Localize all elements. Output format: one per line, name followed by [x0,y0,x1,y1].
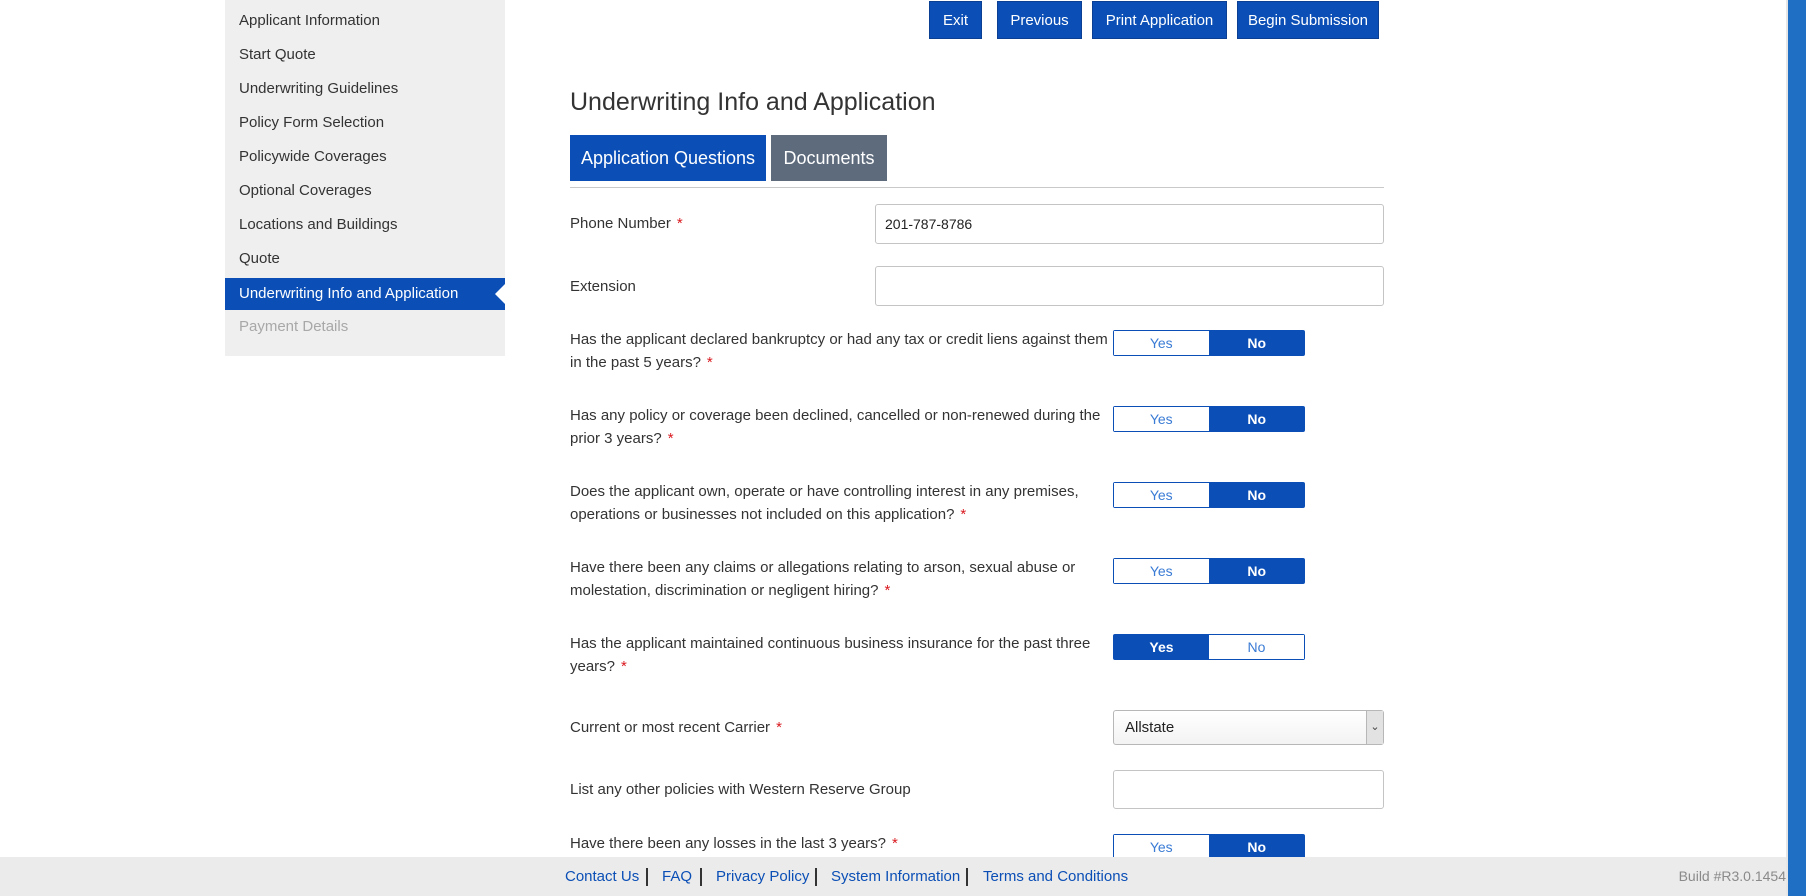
declined-toggle: Yes No [1113,406,1305,432]
footer-link-terms-and-conditions[interactable]: Terms and Conditions [983,857,1128,896]
no-option[interactable]: No [1209,407,1304,431]
question-premises-label: Does the applicant own, operate or have … [570,480,1079,526]
previous-button[interactable]: Previous [997,1,1082,39]
carrier-select-value: Allstate [1125,719,1175,736]
question-bankruptcy-label: Has the applicant declared bankruptcy or… [570,328,1108,374]
question-declined-label: Has any policy or coverage been declined… [570,404,1100,450]
footer-link-contact-us[interactable]: Contact Us [565,857,639,896]
carrier-label-text: Current or most recent Carrier [570,719,771,736]
tab-documents[interactable]: Documents [771,135,887,181]
required-marker: * [667,430,674,447]
footer-link-system-information[interactable]: System Information [831,857,960,896]
sidebar-nav: Applicant Information Start Quote Underw… [225,0,505,356]
other-policies-label: List any other policies with Western Res… [570,781,911,798]
footer: Contact Us FAQ Privacy Policy System Inf… [0,857,1786,896]
footer-separator [966,868,968,886]
required-marker: * [884,582,891,599]
question-claims-label: Have there been any claims or allegation… [570,556,1075,602]
question-line: years? * [570,655,1090,678]
question-line: molestation, discrimination or negligent… [570,579,1075,602]
begin-submission-button[interactable]: Begin Submission [1237,1,1379,39]
no-option[interactable]: No [1209,331,1304,355]
required-marker: * [706,354,713,371]
sidebar-item-policy-form-selection[interactable]: Policy Form Selection [225,107,505,139]
print-application-button[interactable]: Print Application [1092,1,1227,39]
vertical-scrollbar[interactable] [1788,0,1806,896]
other-policies-input[interactable] [1113,770,1384,809]
bankruptcy-toggle: Yes No [1113,330,1305,356]
question-line-text: in the past 5 years? [570,354,701,371]
sidebar-item-applicant-information[interactable]: Applicant Information [225,5,505,37]
question-continuous-insurance-label: Has the applicant maintained continuous … [570,632,1090,678]
losses-label: Have there been any losses in the last 3… [570,832,898,855]
tab-divider [570,187,1384,188]
extension-input[interactable] [875,266,1384,306]
question-line: Have there been any claims or allegation… [570,559,1076,576]
question-line-text: years? [570,658,616,675]
sidebar-item-payment-details: Payment Details [239,318,349,335]
required-marker: * [892,835,898,852]
sidebar-item-underwriting-info[interactable]: Underwriting Info and Application [225,278,505,310]
footer-link-faq[interactable]: FAQ [662,857,692,896]
phone-number-input[interactable]: 201-787-8786 [875,204,1384,244]
footer-separator [646,868,648,886]
question-line: operations or businesses not included on… [570,503,1079,526]
question-line: prior 3 years? * [570,427,1100,450]
carrier-label: Current or most recent Carrier * [570,716,782,739]
carrier-select[interactable]: Allstate ⌄ [1113,710,1384,745]
required-marker: * [776,719,782,736]
question-line-text: prior 3 years? [570,430,662,447]
sidebar-item-policywide-coverages[interactable]: Policywide Coverages [225,141,505,173]
yes-option[interactable]: Yes [1114,559,1210,583]
required-marker: * [960,506,967,523]
premises-toggle: Yes No [1113,482,1305,508]
yes-option[interactable]: Yes [1114,331,1210,355]
footer-link-privacy-policy[interactable]: Privacy Policy [716,857,809,896]
phone-label-text: Phone Number [570,215,671,232]
sidebar-item-start-quote[interactable]: Start Quote [225,39,505,71]
question-line: Does the applicant own, operate or have … [570,483,1079,500]
phone-label: Phone Number * [570,212,683,235]
question-line: Has the applicant declared bankruptcy or… [570,331,1108,348]
extension-label: Extension [570,278,636,295]
sidebar-item-quote[interactable]: Quote [225,243,505,275]
question-line: Has any policy or coverage been declined… [570,407,1101,424]
claims-toggle: Yes No [1113,558,1305,584]
sidebar-item-optional-coverages[interactable]: Optional Coverages [225,175,505,207]
no-option[interactable]: No [1209,635,1304,659]
yes-option[interactable]: Yes [1114,407,1210,431]
no-option[interactable]: No [1209,559,1304,583]
question-line: in the past 5 years? * [570,351,1108,374]
required-marker: * [621,658,627,675]
yes-option[interactable]: Yes [1114,635,1209,659]
sidebar-item-underwriting-guidelines[interactable]: Underwriting Guidelines [225,73,505,105]
footer-separator [815,868,817,886]
footer-separator [700,868,702,886]
required-marker: * [676,215,683,232]
chevron-down-icon[interactable]: ⌄ [1366,711,1383,744]
exit-button[interactable]: Exit [929,1,982,39]
yes-option[interactable]: Yes [1114,835,1210,859]
tab-application-questions[interactable]: Application Questions [570,135,766,181]
continuous-insurance-toggle: Yes No [1113,634,1305,660]
sidebar-item-locations-and-buildings[interactable]: Locations and Buildings [225,209,505,241]
question-line-text: operations or businesses not included on… [570,506,955,523]
question-line-text: molestation, discrimination or negligent… [570,582,879,599]
no-option[interactable]: No [1209,835,1304,859]
build-version: Build #R3.0.1454 [1678,868,1786,884]
yes-option[interactable]: Yes [1114,483,1210,507]
question-line: Has the applicant maintained continuous … [570,635,1091,652]
losses-label-text: Have there been any losses in the last 3… [570,835,887,852]
page-title: Underwriting Info and Application [570,88,936,116]
no-option[interactable]: No [1209,483,1304,507]
